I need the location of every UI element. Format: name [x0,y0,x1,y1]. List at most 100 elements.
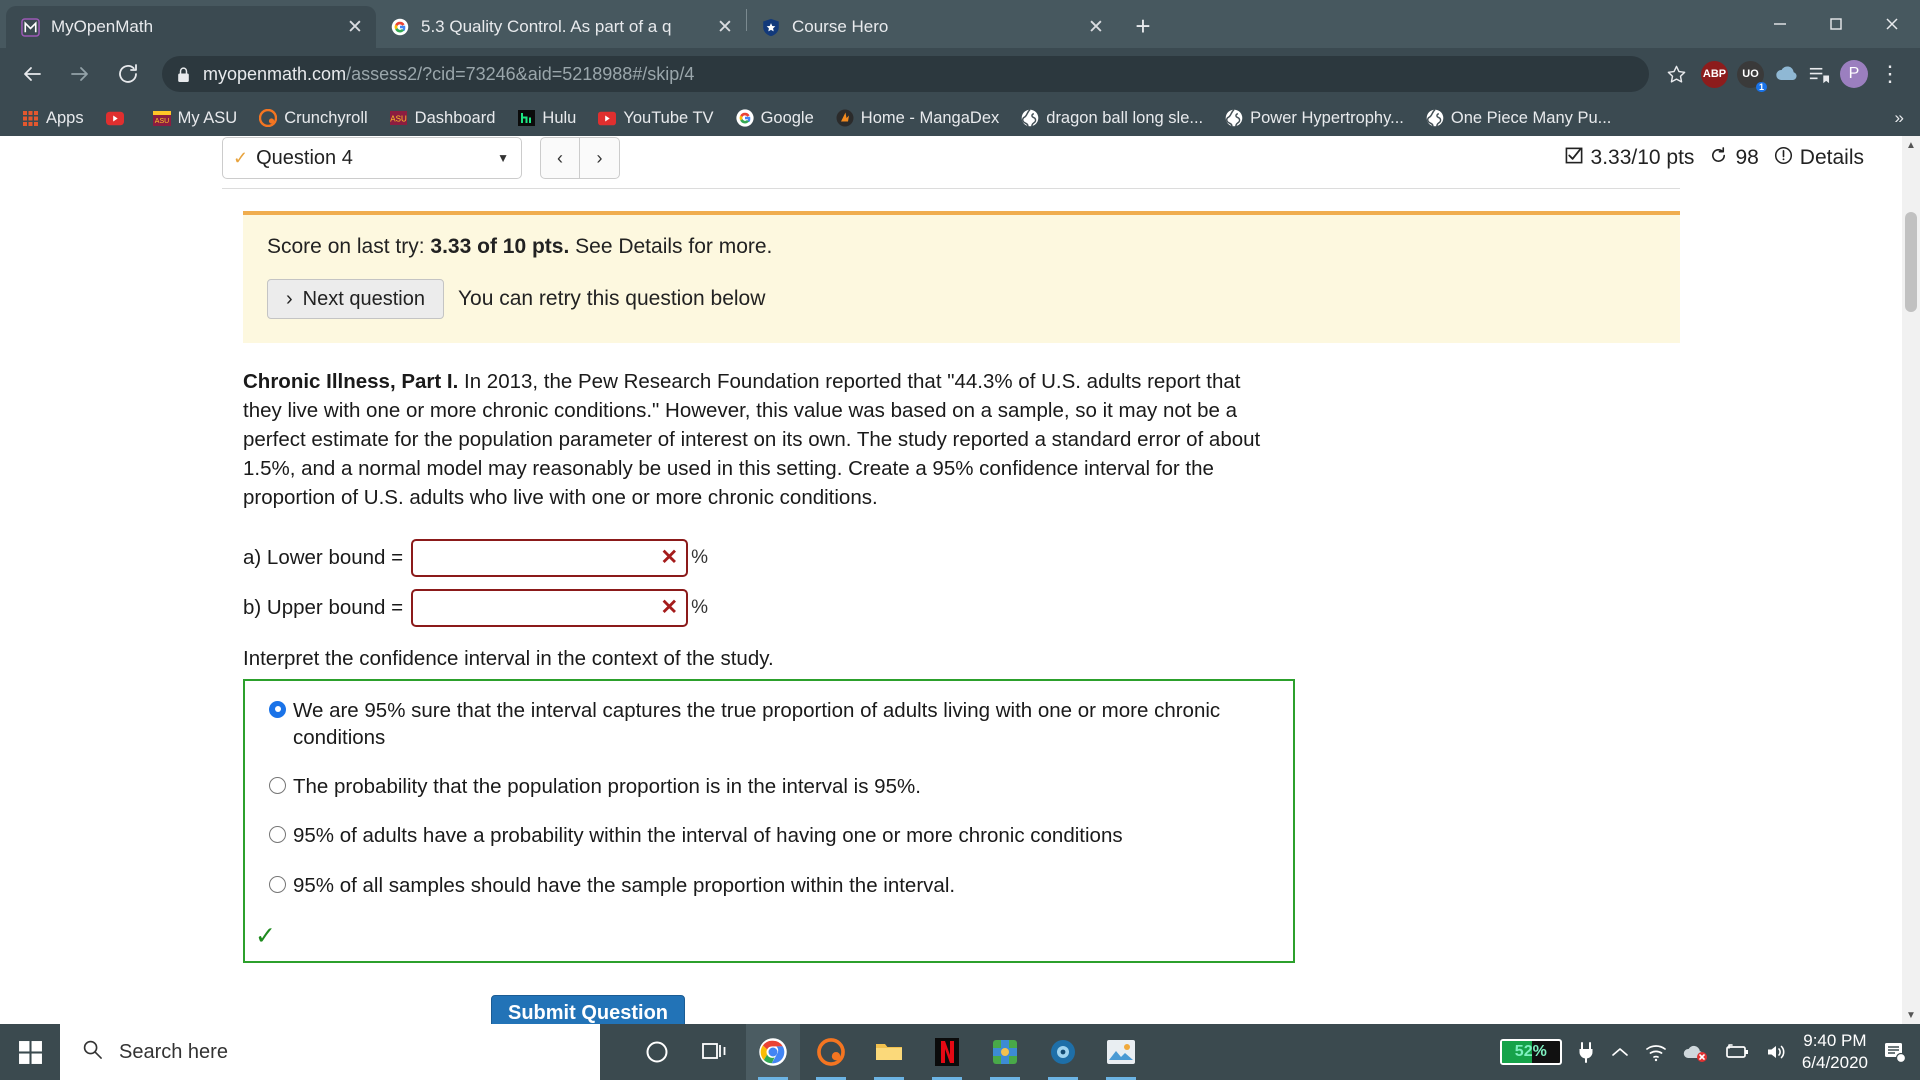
bookmark-crunchyroll[interactable]: Crunchyroll [248,103,378,133]
scroll-up-icon[interactable]: ▲ [1902,136,1920,154]
search-input[interactable]: Search here [60,1024,600,1080]
bookmark-google[interactable]: Google [725,103,825,133]
info-icon [1774,146,1793,171]
uo-extension-icon[interactable]: UO 1 [1737,60,1767,92]
battery-icon[interactable] [1722,1042,1750,1062]
close-icon[interactable]: ✕ [1083,14,1109,40]
wifi-icon[interactable] [1644,1042,1668,1062]
bookmark-my-asu[interactable]: ASU My ASU [142,103,249,133]
forward-icon[interactable] [60,54,100,94]
myopenmath-logo-icon [20,17,40,37]
choice-option-2[interactable]: The probability that the population prop… [269,773,1277,800]
reading-list-icon[interactable] [1800,56,1836,92]
task-view-icon[interactable] [688,1024,742,1080]
score-bold: 3.33 of 10 pts. [430,235,570,258]
score-alert: Score on last try: 3.33 of 10 pts. See D… [243,211,1680,343]
upper-bound-input[interactable]: ✕ [411,588,689,627]
choice-option-1[interactable]: We are 95% sure that the interval captur… [269,697,1277,752]
onedrive-error-icon[interactable] [1682,1042,1708,1062]
bookmark-hulu[interactable]: Hulu [506,103,587,133]
bookmarks-overflow-icon[interactable]: » [1895,108,1910,128]
bookmark-youtube-tv[interactable]: YouTube TV [587,103,724,133]
clock[interactable]: 9:40 PM 6/4/2020 [1802,1030,1868,1074]
chrome-menu-icon[interactable]: ⋮ [1872,56,1908,92]
power-plug-icon[interactable] [1576,1041,1596,1063]
bookmark-power-hypertrophy[interactable]: Power Hypertrophy... [1214,103,1415,133]
details-group[interactable]: Details [1774,146,1864,171]
reload-icon[interactable] [108,54,148,94]
profile-avatar-icon[interactable]: P [1836,56,1872,92]
close-icon[interactable]: ✕ [342,14,368,40]
minecraft-icon[interactable] [978,1024,1032,1080]
star-icon[interactable] [1659,57,1693,91]
volume-icon[interactable] [1764,1042,1788,1062]
details-text[interactable]: Details [1800,146,1864,170]
close-button[interactable] [1864,0,1920,48]
tab-myopenmath[interactable]: MyOpenMath ✕ [6,6,376,48]
error-x-icon: ✕ [660,596,679,620]
bookmark-dragon-ball[interactable]: dragon ball long sle... [1010,103,1214,133]
cortana-icon[interactable] [630,1024,684,1080]
tab-title: 5.3 Quality Control. As part of a q [421,17,672,36]
question-select[interactable]: ✓ Question 4 ▼ [222,137,522,179]
next-question-button[interactable]: › Next question [267,279,444,319]
radio-button[interactable] [269,875,286,893]
divider [222,188,1680,189]
choice-option-3[interactable]: 95% of adults have a probability within … [269,822,1277,849]
next-question-button[interactable]: › [580,137,620,179]
bookmark-label: YouTube TV [623,108,714,127]
action-center-icon[interactable] [1882,1040,1908,1064]
question-text: Chronic Illness, Part I. In 2013, the Pe… [243,367,1275,513]
address-bar[interactable]: myopenmath.com/assess2/?cid=73246&aid=52… [162,56,1649,92]
bookmark-dashboard[interactable]: ASU Dashboard [379,103,507,133]
google-icon [735,109,754,127]
attempts-text: 98 [1735,146,1759,169]
bookmark-label: Dashboard [414,108,496,127]
question-nav-group: ‹ › [540,137,620,179]
media-player-icon[interactable] [1036,1024,1090,1080]
battery-percent-badge[interactable]: 52% [1499,1039,1562,1065]
crunchyroll-icon[interactable] [804,1024,858,1080]
abp-extension-icon[interactable]: ABP [1701,60,1728,88]
crunchyroll-icon [259,109,278,127]
windows-start-icon[interactable] [0,1024,60,1080]
bookmark-apps[interactable]: Apps [10,103,95,133]
radio-button[interactable] [269,700,286,718]
minimize-button[interactable] [1752,0,1808,48]
netflix-icon[interactable] [920,1024,974,1080]
tab-course-hero[interactable]: Course Hero ✕ [747,6,1117,48]
photos-icon[interactable] [1094,1024,1148,1080]
bookmark-youtube[interactable] [95,103,142,133]
bookmark-one-piece[interactable]: One Piece Many Pu... [1415,103,1623,133]
chrome-icon[interactable] [746,1024,800,1080]
dashboard-icon: ASU [390,109,408,127]
taskbar-apps [630,1024,1148,1080]
radio-button[interactable] [269,826,286,844]
lower-bound-unit: % [691,546,709,568]
vertical-scrollbar[interactable]: ▲ ▼ [1902,136,1920,1024]
scroll-down-icon[interactable]: ▼ [1902,1006,1920,1024]
interpret-prompt: Interpret the confidence interval in the… [243,646,774,670]
prev-question-button[interactable]: ‹ [540,137,580,179]
uo-label: UO [1742,68,1759,80]
back-icon[interactable] [12,54,52,94]
question-body: Chronic Illness, Part I. In 2013, the Pe… [243,367,1295,1024]
youtube-icon [105,109,124,127]
maximize-button[interactable] [1808,0,1864,48]
bookmark-mangadex[interactable]: Home - MangaDex [825,103,1010,133]
file-explorer-icon[interactable] [862,1024,916,1080]
choice-label: The probability that the population prop… [293,775,921,799]
close-icon[interactable]: ✕ [712,14,738,40]
radio-button[interactable] [269,777,286,795]
submit-question-button[interactable]: Submit Question [491,994,685,1024]
bookmark-label: My ASU [177,108,238,127]
show-hidden-icons-icon[interactable] [1610,1045,1630,1059]
lower-bound-input[interactable]: ✕ [411,538,689,577]
tab-quality-control[interactable]: 5.3 Quality Control. As part of a q ✕ [376,6,746,48]
choice-option-4[interactable]: 95% of all samples should have the sampl… [269,872,1277,899]
cloud-extension-icon[interactable] [1773,61,1800,88]
scrollbar-thumb[interactable] [1905,212,1917,312]
score-group: 3.33/10 pts [1565,146,1694,171]
apps-grid-icon [21,109,39,127]
new-tab-button[interactable]: + [1123,6,1163,46]
